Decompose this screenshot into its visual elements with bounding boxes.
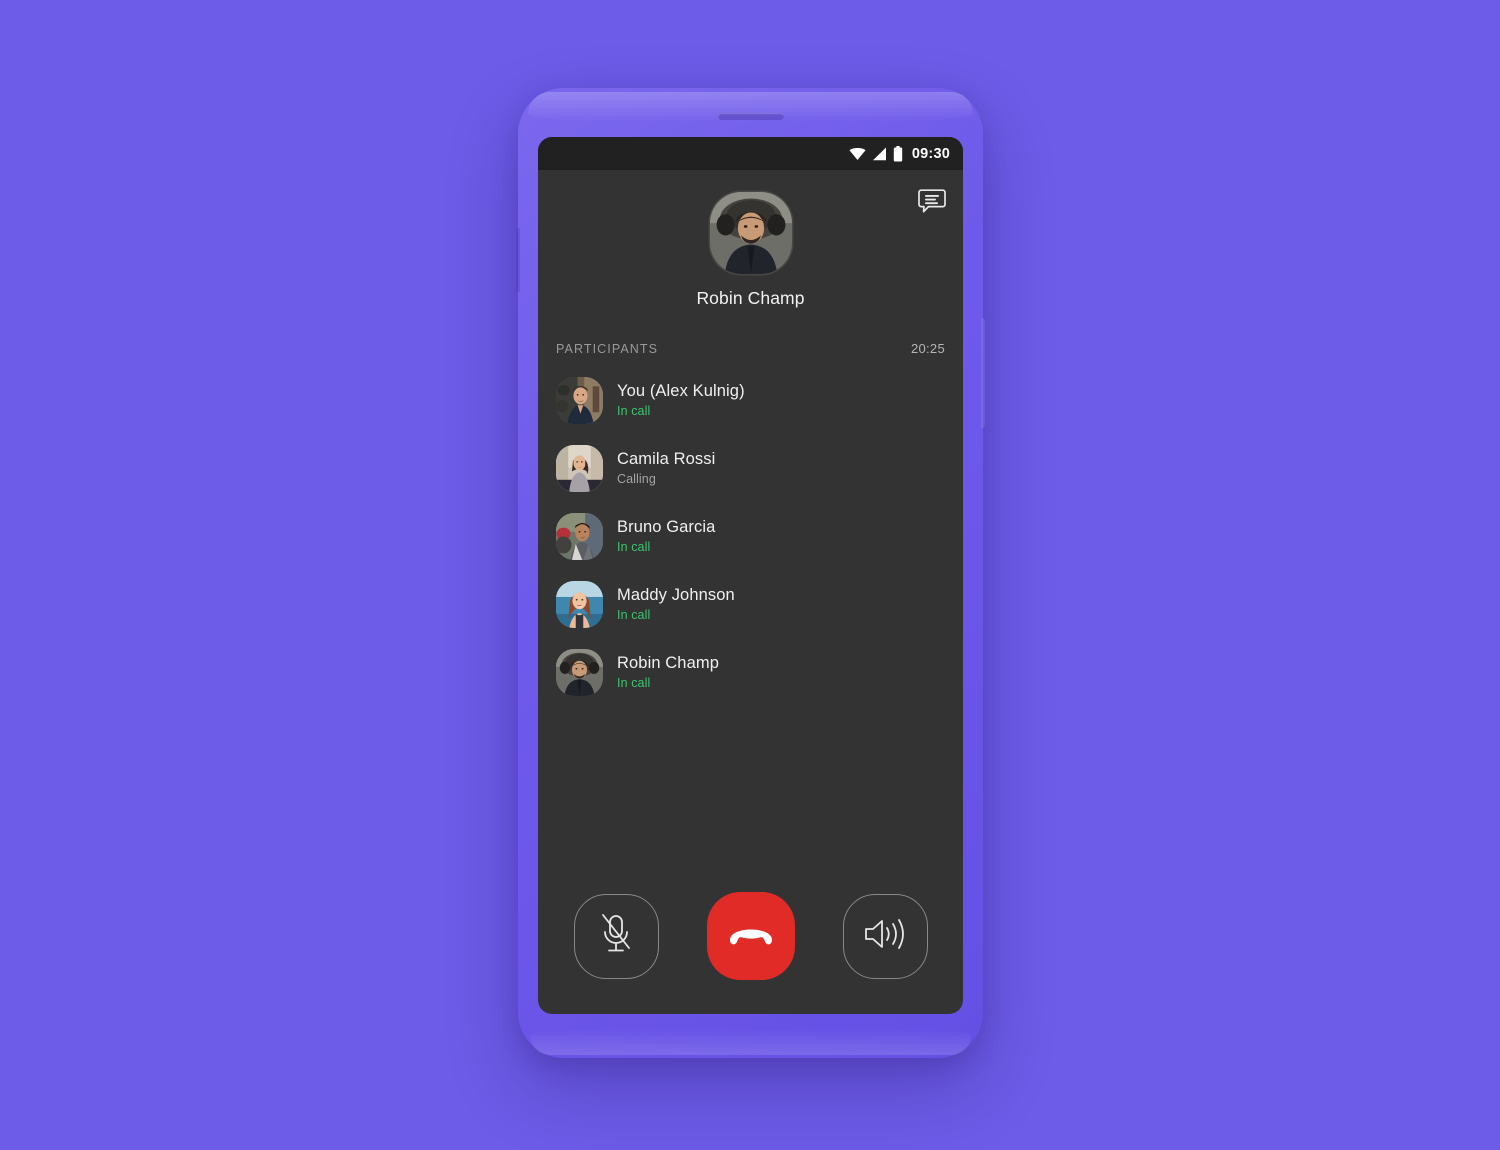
participant-name: You (Alex Kulnig) [617, 382, 745, 400]
participant-name: Robin Champ [617, 654, 719, 672]
participant-text: Maddy Johnson In call [617, 586, 735, 622]
power-button[interactable] [516, 228, 520, 292]
caller-name: Robin Champ [696, 288, 805, 308]
avatar-maddy-johnson [556, 580, 603, 628]
phone-screen: 09:30 Robin Champ PARTICIPANTS 20:25 You… [538, 137, 963, 1014]
participants-label: PARTICIPANTS [556, 342, 659, 356]
participants-section: PARTICIPANTS 20:25 You (Alex Kulnig) In … [538, 335, 963, 892]
speaker-button[interactable] [842, 893, 928, 979]
participant-text: You (Alex Kulnig) In call [617, 382, 745, 418]
participant-text: Robin Champ In call [617, 654, 719, 690]
avatar-robin-champ [556, 648, 603, 696]
volume-button[interactable] [981, 318, 985, 428]
participant-row[interactable]: Maddy Johnson In call [538, 570, 963, 638]
status-bar: 09:30 [538, 137, 963, 170]
call-controls [538, 892, 963, 1014]
phone-device-frame: 09:30 Robin Champ PARTICIPANTS 20:25 You… [516, 88, 985, 1058]
participant-status: In call [617, 540, 651, 554]
participant-text: Camila Rossi Calling [617, 450, 715, 486]
participant-row[interactable]: Bruno Garcia In call [538, 502, 963, 570]
participant-name: Maddy Johnson [617, 586, 735, 604]
caller-header: Robin Champ [538, 170, 963, 335]
participant-status: In call [617, 404, 651, 418]
participant-status: In call [617, 676, 651, 690]
chat-bubble-icon[interactable] [913, 182, 951, 220]
participant-name: Bruno Garcia [617, 518, 716, 536]
caller-avatar [709, 192, 792, 274]
participant-name: Camila Rossi [617, 450, 716, 468]
status-bar-clock: 09:30 [911, 145, 950, 162]
end-call-button[interactable] [706, 892, 795, 980]
avatar-bruno-garcia [556, 512, 603, 560]
battery-icon [893, 145, 903, 162]
speaker-loud-icon [862, 914, 908, 959]
cellular-signal-icon [872, 147, 887, 161]
participant-row[interactable]: Robin Champ In call [538, 638, 963, 706]
participants-header-bar: PARTICIPANTS 20:25 [538, 335, 963, 366]
avatar-alex-kulnig [556, 376, 603, 424]
participant-text: Bruno Garcia In call [617, 518, 715, 554]
participant-row[interactable]: You (Alex Kulnig) In call [538, 366, 963, 434]
participant-status: Calling [617, 472, 656, 486]
participant-row[interactable]: Camila Rossi Calling [538, 434, 963, 502]
call-timer: 20:25 [910, 341, 945, 356]
phone-hangup-icon [727, 920, 775, 953]
avatar-camila-rossi [556, 444, 603, 492]
earpiece-speaker-grille [717, 113, 784, 120]
participants-list: You (Alex Kulnig) In call Camila Rossi C… [538, 366, 963, 706]
participant-status: In call [617, 608, 651, 622]
wifi-icon [849, 147, 866, 161]
microphone-muted-icon [598, 912, 634, 961]
mute-button[interactable] [573, 893, 659, 979]
